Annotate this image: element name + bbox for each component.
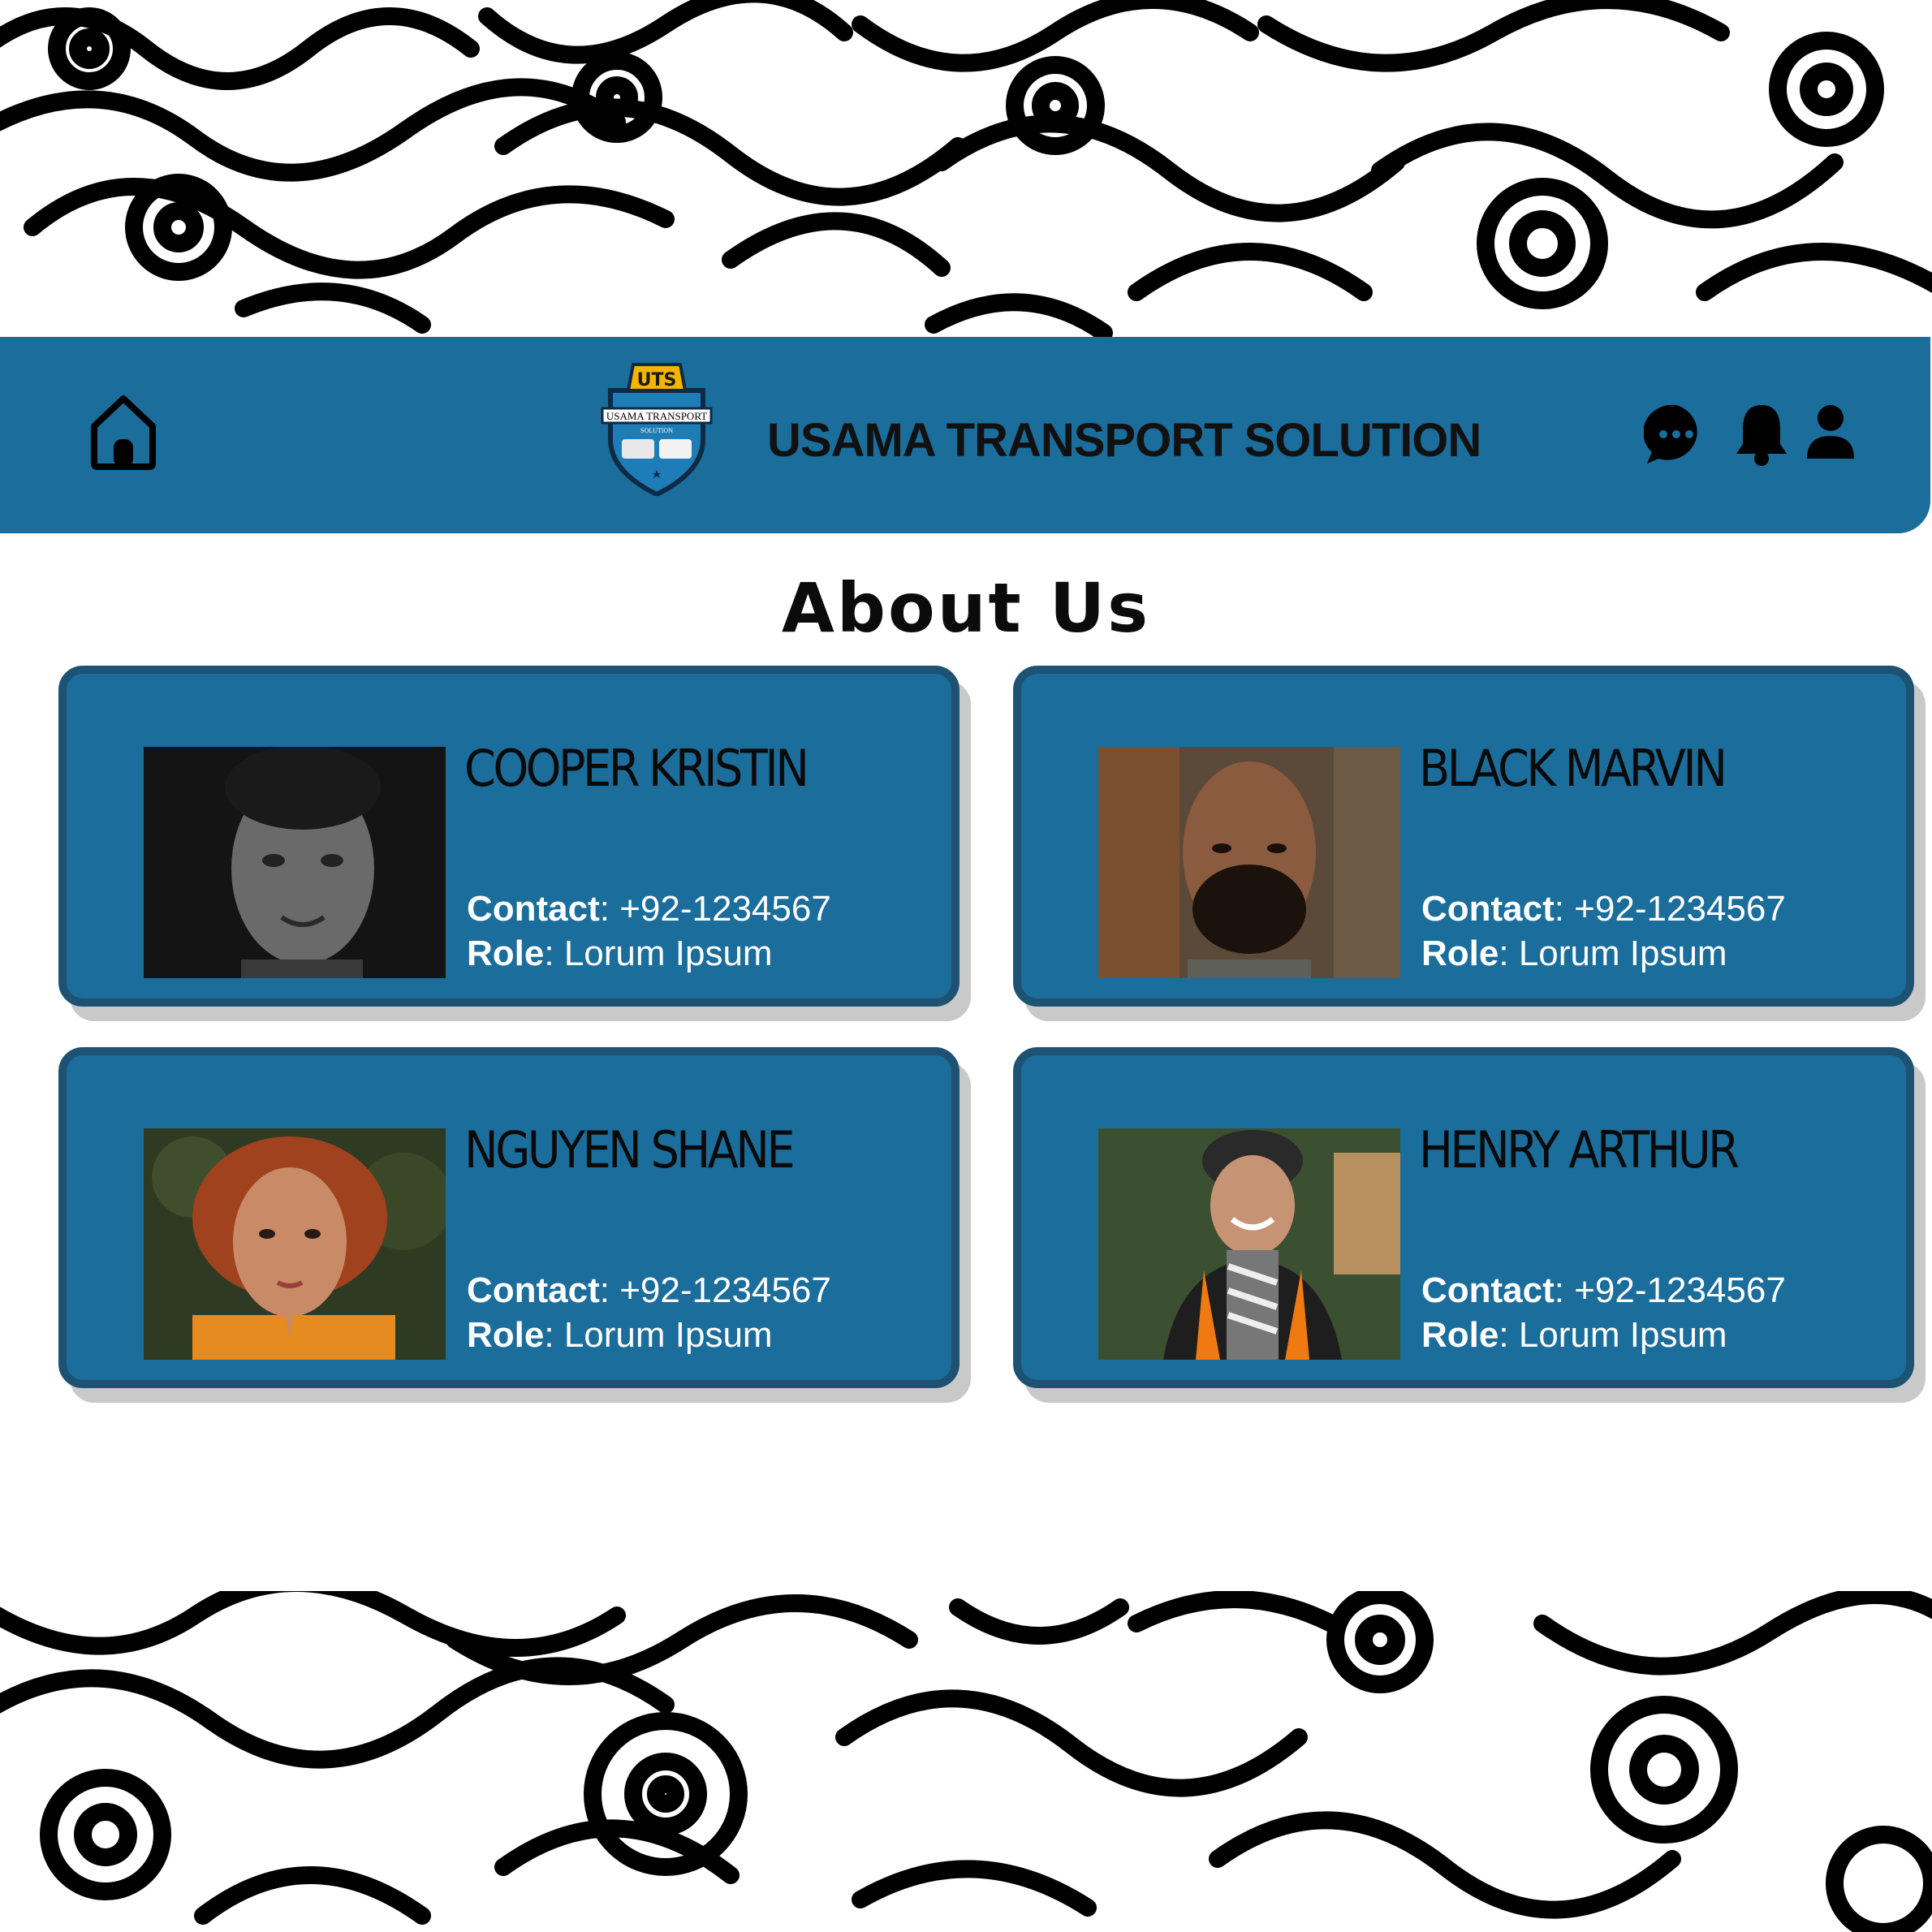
team-card: BLACK MARVIN Contact: +92-1234567 Role: … bbox=[1013, 666, 1914, 1007]
contact-value: +92-1234567 bbox=[619, 889, 831, 929]
role-label: Role bbox=[467, 934, 545, 973]
role-value: Lorum Ipsum bbox=[563, 934, 773, 973]
contact-line: Contact: +92-1234567 bbox=[467, 889, 831, 929]
team-card: COOPER KRISTIN Contact: +92-1234567 Role… bbox=[58, 666, 960, 1007]
contact-line: Contact: +92-1234567 bbox=[1421, 1270, 1786, 1310]
logo-ribbon-text: USAMA TRANSPORT bbox=[606, 410, 707, 422]
role-label: Role bbox=[467, 1315, 545, 1355]
member-info: Contact: +92-1234567 Role: Lorum Ipsum bbox=[1421, 1268, 1786, 1357]
decorative-swirl-pattern-bottom bbox=[0, 1591, 1932, 1932]
member-photo bbox=[1098, 747, 1400, 978]
chat-icon[interactable] bbox=[1643, 402, 1709, 467]
decorative-swirl-pattern-top bbox=[0, 0, 1932, 341]
member-name: HENRY ARTHUR bbox=[1419, 1120, 1740, 1179]
contact-line: Contact: +92-1234567 bbox=[467, 1270, 831, 1310]
contact-label: Contact bbox=[467, 889, 600, 929]
company-logo: UTS USAMA TRANSPORT SOLUTION bbox=[601, 358, 713, 498]
page-title: About Us bbox=[781, 568, 1151, 648]
bell-icon[interactable] bbox=[1733, 402, 1790, 467]
role-label: Role bbox=[1421, 934, 1499, 973]
contact-label: Contact bbox=[467, 1270, 600, 1310]
member-photo bbox=[144, 747, 446, 978]
member-name: COOPER KRISTIN bbox=[464, 739, 809, 798]
contact-value: +92-1234567 bbox=[619, 1270, 831, 1310]
role-line: Role: Lorum Ipsum bbox=[467, 934, 773, 973]
user-icon[interactable] bbox=[1804, 402, 1857, 460]
member-name: NGUYEN SHANE bbox=[464, 1120, 796, 1179]
member-name: BLACK MARVIN bbox=[1419, 739, 1727, 798]
contact-label: Contact bbox=[1421, 889, 1555, 929]
team-card: NGUYEN SHANE Contact: +92-1234567 Role: … bbox=[58, 1047, 960, 1388]
team-card: HENRY ARTHUR Contact: +92-1234567 Role: … bbox=[1013, 1047, 1914, 1388]
logo-sub-text: SOLUTION bbox=[640, 427, 673, 434]
member-info: Contact: +92-1234567 Role: Lorum Ipsum bbox=[467, 1268, 831, 1357]
contact-line: Contact: +92-1234567 bbox=[1421, 889, 1786, 929]
contact-value: +92-1234567 bbox=[1574, 889, 1786, 929]
role-line: Role: Lorum Ipsum bbox=[1421, 934, 1727, 973]
contact-value: +92-1234567 bbox=[1574, 1270, 1786, 1310]
role-label: Role bbox=[1421, 1315, 1499, 1355]
member-photo bbox=[1098, 1128, 1400, 1360]
app-header: UTS USAMA TRANSPORT SOLUTION USAMA TRANS… bbox=[0, 337, 1930, 533]
member-info: Contact: +92-1234567 Role: Lorum Ipsum bbox=[1421, 886, 1786, 976]
logo-initials: UTS bbox=[637, 370, 677, 390]
app-title: USAMA TRANSPORT SOLUTION bbox=[767, 414, 1481, 467]
role-line: Role: Lorum Ipsum bbox=[467, 1315, 773, 1355]
role-value: Lorum Ipsum bbox=[1518, 934, 1727, 973]
home-icon[interactable] bbox=[88, 392, 159, 472]
role-value: Lorum Ipsum bbox=[1518, 1315, 1727, 1355]
role-line: Role: Lorum Ipsum bbox=[1421, 1315, 1727, 1355]
role-value: Lorum Ipsum bbox=[563, 1315, 773, 1355]
member-info: Contact: +92-1234567 Role: Lorum Ipsum bbox=[467, 886, 831, 976]
contact-label: Contact bbox=[1421, 1270, 1555, 1310]
member-photo bbox=[144, 1128, 446, 1360]
